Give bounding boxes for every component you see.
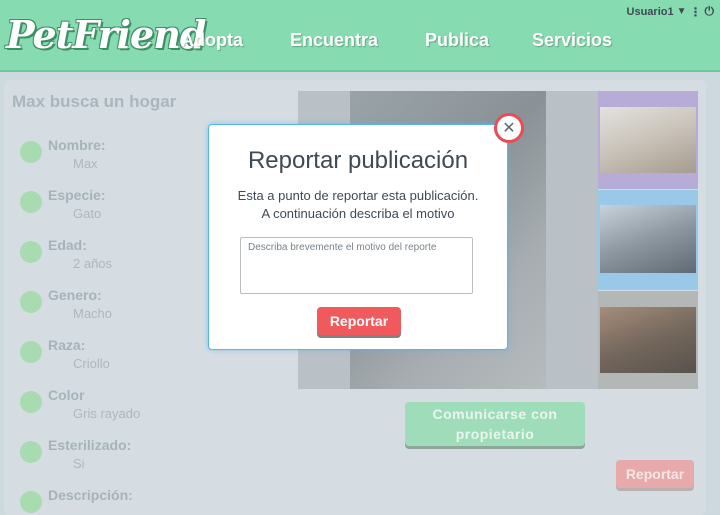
field-bullet xyxy=(20,191,42,213)
field-bullet xyxy=(20,241,42,263)
modal-message-line-2: A continuación describa el motivo xyxy=(261,206,455,221)
thumbnail-image xyxy=(600,205,696,273)
field-value: Gris rayado xyxy=(73,406,141,421)
report-button[interactable]: Reportar xyxy=(616,460,694,488)
field-bullet xyxy=(20,141,42,163)
report-modal: Reportar publicación Esta a punto de rep… xyxy=(208,113,524,350)
field-label: Especie: xyxy=(48,187,106,203)
more-vert-icon[interactable]: ⋮ xyxy=(690,5,702,19)
field-value: Gato xyxy=(73,206,102,221)
field-bullet xyxy=(20,341,42,363)
caret-down-icon[interactable]: ▼ xyxy=(677,6,687,17)
contact-owner-button[interactable]: Comunicarse con propietario xyxy=(405,402,585,446)
field-label: Edad: xyxy=(48,237,87,253)
modal-message-line-1: Esta a punto de reportar esta publicació… xyxy=(237,188,479,203)
field-label: Color xyxy=(48,387,85,403)
nav-adopta[interactable]: Adopta xyxy=(181,30,243,51)
logo[interactable]: PetFriend xyxy=(6,12,206,57)
field-value: Si xyxy=(73,456,85,471)
field-label: Genero: xyxy=(48,287,102,303)
field-label: Esterilizado: xyxy=(48,437,132,453)
field-bullet xyxy=(20,441,42,463)
power-icon[interactable]: ⏻ xyxy=(705,4,715,19)
field-label: Nombre: xyxy=(48,137,106,153)
thumbnail-2[interactable] xyxy=(598,190,698,290)
thumbnail-3[interactable] xyxy=(598,291,698,389)
field-bullet xyxy=(20,391,42,413)
field-value: 2 años xyxy=(73,256,113,271)
modal-message: Esta a punto de reportar esta publicació… xyxy=(209,187,507,223)
user-name[interactable]: Usuario1 xyxy=(627,6,674,18)
field-label: Descripción: xyxy=(48,487,133,503)
top-header: PetFriend Adopta Encuentra Publica Servi… xyxy=(0,0,720,72)
thumbnail-1[interactable] xyxy=(598,91,698,189)
submit-report-button[interactable]: Reportar xyxy=(317,307,401,335)
field-value: Criollo xyxy=(73,356,110,371)
close-icon[interactable]: ✕ xyxy=(494,113,524,143)
thumbnail-image xyxy=(600,107,696,173)
field-label: Raza: xyxy=(48,337,86,353)
user-menu[interactable]: Usuario1 ▼ ⋮ ⏻ xyxy=(627,4,714,19)
field-value: Max xyxy=(73,156,98,171)
field-bullet xyxy=(20,491,42,513)
field-value: Macho xyxy=(73,306,113,321)
modal-title: Reportar publicación xyxy=(247,147,469,174)
report-reason-input[interactable] xyxy=(240,237,473,294)
page-title: Max busca un hogar xyxy=(12,92,177,111)
nav-servicios[interactable]: Servicios xyxy=(532,30,612,51)
nav-publica[interactable]: Publica xyxy=(425,30,489,51)
nav-encuentra[interactable]: Encuentra xyxy=(290,30,378,51)
field-bullet xyxy=(20,291,42,313)
thumbnail-image xyxy=(600,307,696,373)
